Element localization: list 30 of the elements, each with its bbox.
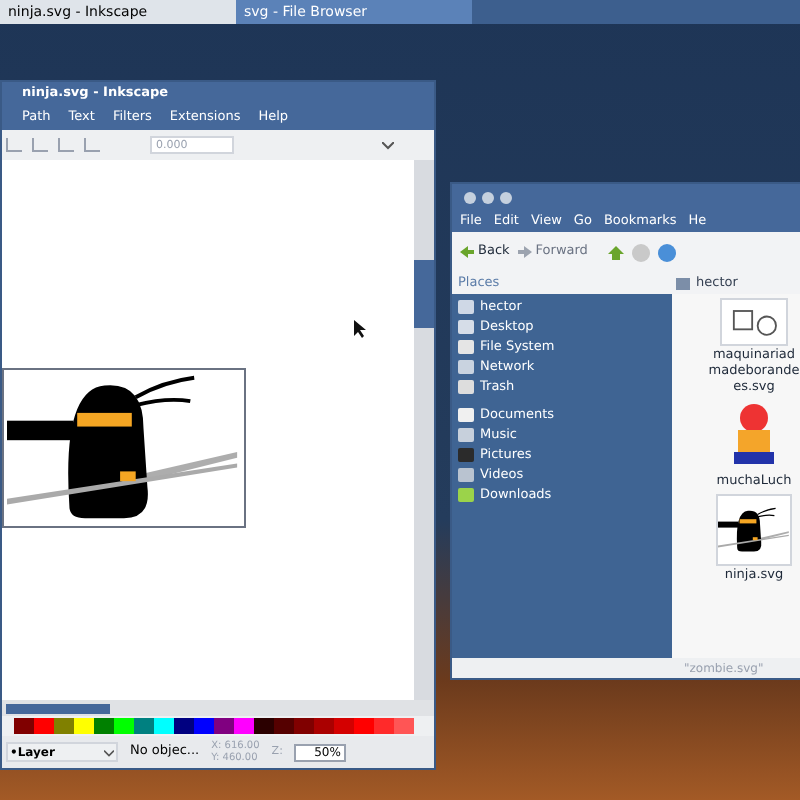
horizontal-scroll-thumb[interactable] — [6, 703, 110, 713]
chevron-icon[interactable] — [104, 750, 114, 758]
machine-drawing — [720, 298, 788, 346]
color-swatch[interactable] — [74, 718, 94, 734]
color-swatch[interactable] — [334, 718, 354, 734]
color-swatch[interactable] — [94, 718, 114, 734]
scroll-thumb[interactable] — [414, 260, 434, 328]
color-swatch[interactable] — [254, 718, 274, 734]
color-swatch[interactable] — [354, 718, 374, 734]
color-swatch[interactable] — [314, 718, 334, 734]
color-swatch[interactable] — [174, 718, 194, 734]
color-swatch[interactable] — [194, 718, 214, 734]
color-swatch[interactable] — [14, 718, 34, 734]
color-swatch[interactable] — [374, 718, 394, 734]
color-swatch[interactable] — [114, 718, 134, 734]
chevron-icon[interactable] — [382, 141, 394, 149]
left-arrow-icon — [460, 246, 474, 258]
color-swatch[interactable] — [214, 718, 234, 734]
vertical-scrollbar[interactable] — [414, 160, 434, 700]
up-arrow-icon[interactable] — [607, 245, 624, 259]
color-swatch[interactable] — [34, 718, 54, 734]
color-swatch[interactable] — [274, 718, 294, 734]
right-arrow-icon — [517, 246, 532, 258]
color-swatch[interactable] — [54, 718, 74, 734]
color-swatch[interactable] — [154, 718, 174, 734]
color-swatch[interactable] — [234, 718, 254, 734]
color-swatch[interactable] — [134, 718, 154, 734]
color-swatch[interactable] — [394, 718, 414, 734]
cursor-icon — [354, 320, 366, 338]
color-swatch[interactable] — [294, 718, 314, 734]
